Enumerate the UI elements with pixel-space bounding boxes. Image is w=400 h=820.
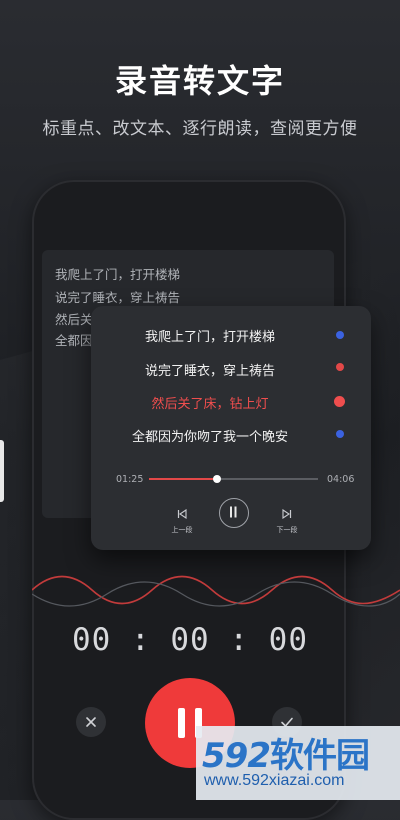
skip-previous-icon xyxy=(177,508,187,520)
progress-slider[interactable] xyxy=(149,475,318,483)
watermark-logo: 592软件园 xyxy=(202,728,370,777)
marker-dot-active xyxy=(334,396,345,407)
prev-segment-button[interactable]: 上一段 xyxy=(169,504,195,535)
playback-card: 我爬上了门，打开楼梯 说完了睡衣，穿上祷告 然后关了床，钻上灯 全都因为你吻了我… xyxy=(91,306,371,550)
prev-segment-label: 上一段 xyxy=(171,526,193,534)
marker-dot xyxy=(336,363,344,371)
lyric-line-active[interactable]: 然后关了床，钻上灯 xyxy=(91,393,329,412)
next-segment-button[interactable]: 下一段 xyxy=(274,504,300,535)
site-watermark: 592软件园 www.592xiazai.com xyxy=(196,726,400,800)
audio-waveform xyxy=(32,575,400,607)
lyric-line[interactable]: 全都因为你吻了我一个晚安 xyxy=(91,426,329,445)
next-segment-label: 下一段 xyxy=(276,526,298,534)
transcript-line: 全都因 xyxy=(55,333,93,348)
side-handle[interactable] xyxy=(0,440,4,502)
skip-next-icon xyxy=(282,508,292,520)
marker-dot xyxy=(336,331,344,339)
cancel-button[interactable] xyxy=(76,707,106,737)
transcript-line: 说完了睡衣，穿上祷告 xyxy=(55,290,181,305)
transcript-line: 我爬上了门，打开楼梯 xyxy=(55,267,181,282)
close-icon xyxy=(86,717,96,727)
watermark-number: 592 xyxy=(202,736,271,776)
pause-icon xyxy=(229,506,236,517)
progress-knob[interactable] xyxy=(212,475,221,483)
marker-dot xyxy=(336,430,344,438)
lyric-line[interactable]: 我爬上了门，打开楼梯 xyxy=(91,326,329,345)
watermark-url: www.592xiazai.com xyxy=(204,772,345,789)
transcript-line: 然后关 xyxy=(55,312,93,327)
watermark-brand: 软件园 xyxy=(269,736,370,776)
total-time: 04:06 xyxy=(327,474,355,485)
progress-fill xyxy=(149,478,217,480)
page-subtitle: 标重点、改文本、逐行朗读，查阅更方便 xyxy=(42,119,358,139)
play-pause-button[interactable] xyxy=(219,498,249,528)
elapsed-time: 01:25 xyxy=(116,474,144,485)
recording-timer: 00 : 00 : 00 xyxy=(72,622,308,658)
page-title: 录音转文字 xyxy=(114,62,285,100)
lyric-line[interactable]: 说完了睡衣，穿上祷告 xyxy=(91,360,329,379)
